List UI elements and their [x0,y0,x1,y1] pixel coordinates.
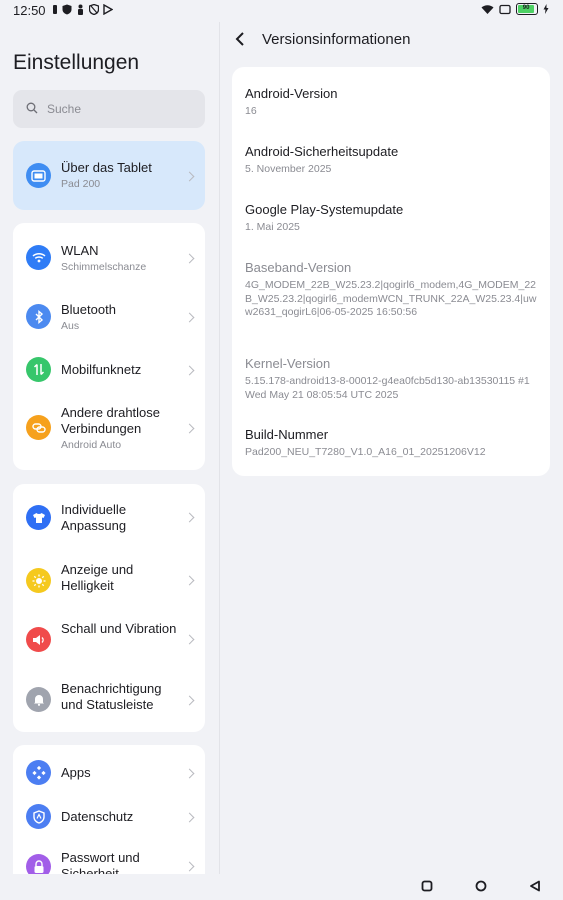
sidebar-item-andere-verbindungen[interactable]: Andere drahtlose Verbindungen Android Au… [13,397,205,470]
sidebar-item-anzeige[interactable]: Anzeige und Helligkeit [13,550,205,610]
sidebar-item-wlan[interactable]: WLAN Schimmelschanze [13,223,205,286]
connections-group: WLAN Schimmelschanze Bluetooth Aus Mobil… [13,223,205,470]
status-bar: 12:50 90 [0,0,563,22]
connections-icon [26,415,51,440]
chevron-right-icon [184,575,195,586]
lock-icon [26,854,51,874]
screen-status-icon [499,4,511,14]
sidebar-item-datenschutz[interactable]: Datenschutz [13,797,205,841]
about-tablet-label: Über das Tablet [61,160,152,175]
pane-divider [219,22,220,874]
mobile-data-icon [26,357,51,382]
chevron-right-icon [184,634,195,645]
info-kernel-version: Kernel-Version 5.15.178-android13-8-0001… [245,356,530,401]
search-input[interactable]: Suche [13,90,205,128]
chevron-right-icon [184,768,195,779]
play-status-icon [103,4,113,15]
charging-icon [543,4,549,14]
back-arrow-icon[interactable] [233,30,247,48]
chevron-right-icon [184,423,195,434]
chevron-right-icon [184,253,195,264]
detail-title: Versionsinformationen [262,31,411,48]
bluetooth-icon [26,304,51,329]
apps-group: Apps Datenschutz Passwort und Sicherheit [13,745,205,874]
shield-icon [26,804,51,829]
recents-button[interactable] [421,880,433,892]
home-button[interactable] [475,880,487,892]
back-button[interactable] [529,880,541,892]
chevron-right-icon [184,365,195,376]
person-status-icon [78,4,83,15]
bell-icon [26,687,51,712]
about-tablet-item[interactable]: Über das Tablet Pad 200 [13,141,205,210]
chevron-right-icon [184,861,195,872]
status-time: 12:50 [13,3,46,18]
shirt-icon [26,505,51,530]
sidebar-item-mobilfunknetz[interactable]: Mobilfunknetz [13,345,205,397]
battery-icon: 90 [516,3,538,15]
download-icon [53,5,57,14]
search-placeholder: Suche [47,102,82,116]
chevron-right-icon [184,695,195,706]
battery-level: 90 [518,5,535,13]
apps-icon [26,760,51,785]
chevron-right-icon [184,812,195,823]
about-tablet-sub: Pad 200 [61,178,101,190]
settings-list-pane: Einstellungen Suche Über das Tablet Pad … [0,22,219,874]
version-info-card: Android-Version 16 Android-Sicherheitsup… [232,67,550,476]
navigation-bar [0,874,563,900]
wifi-status-icon [481,4,494,14]
speaker-icon [26,627,51,652]
chevron-right-icon [184,171,195,182]
shield-status-icon [62,4,72,15]
sidebar-item-individuelle-anpassung[interactable]: Individuelle Anpassung [13,484,205,550]
chevron-right-icon [184,512,195,523]
sun-icon [26,568,51,593]
tablet-icon [26,163,51,188]
info-android-version[interactable]: Android-Version 16 [245,86,540,119]
chevron-right-icon [184,312,195,323]
info-security-update[interactable]: Android-Sicherheitsupdate 5. November 20… [245,144,540,177]
sidebar-item-bluetooth[interactable]: Bluetooth Aus [13,286,205,345]
sidebar-item-apps[interactable]: Apps [13,745,205,797]
wifi-icon [26,245,51,270]
info-build-number[interactable]: Build-Nummer Pad200_NEU_T7280_V1.0_A16_0… [245,427,540,460]
sidebar-item-schall[interactable]: Schall und Vibration [13,610,205,670]
sidebar-item-passwort[interactable]: Passwort und Sicherheit [13,841,205,874]
sidebar-item-benachrichtigung[interactable]: Benachrichtigung und Statusleiste [13,670,205,732]
display-group: Individuelle Anpassung Anzeige und Helli… [13,484,205,732]
info-play-system-update[interactable]: Google Play-Systemupdate 1. Mai 2025 [245,202,540,235]
search-icon [26,102,38,114]
vpn-status-icon [89,4,99,15]
info-baseband-version: Baseband-Version 4G_MODEM_22B_W25.23.2|q… [245,260,537,319]
page-title: Einstellungen [13,51,140,74]
